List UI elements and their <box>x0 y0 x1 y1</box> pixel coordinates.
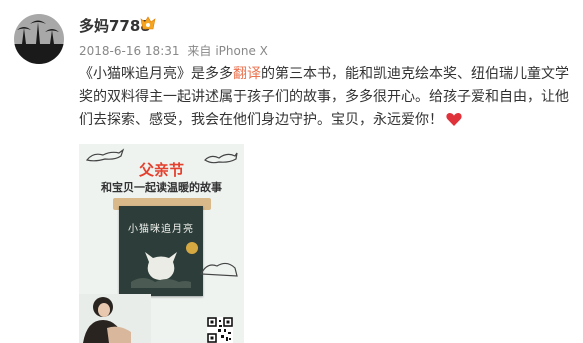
post-book-title: 《小猫咪追月亮》 <box>79 66 191 82</box>
heart-icon <box>446 112 462 135</box>
post-image[interactable]: 父亲节 和宝贝一起读温暖的故事 小猫咪追月亮 <box>79 144 244 343</box>
poster-subtitle: 和宝贝一起读温暖的故事 <box>101 181 222 194</box>
post-link-translate[interactable]: 翻译 <box>233 66 261 82</box>
post-meta: 2018-6-16 18:31 来自 iPhone X <box>79 42 272 59</box>
post-segment-1: 是多多 <box>191 66 233 82</box>
vip-badge-icon <box>139 16 157 33</box>
post-source-prefix: 来自 <box>187 44 212 58</box>
post-source-device[interactable]: iPhone X <box>215 44 268 58</box>
qr-code-icon <box>207 317 233 343</box>
book-cover-title: 小猫咪追月亮 <box>128 224 194 235</box>
award-seal-icon <box>186 242 198 254</box>
post-text: 《小猫咪追月亮》是多多翻译的第三本书，能和凯迪克绘本奖、纽伯瑞儿童文学奖的双料得… <box>79 63 574 135</box>
avatar[interactable] <box>14 14 64 64</box>
kitten-icon <box>131 252 191 288</box>
mother-photo-icon <box>79 294 151 343</box>
avatar-image <box>14 14 64 64</box>
poster-title: 父亲节 <box>138 161 184 179</box>
sitting-cat-icon <box>200 262 238 277</box>
post-timestamp[interactable]: 2018-6-16 18:31 <box>79 44 180 58</box>
book-cover: 小猫咪追月亮 <box>119 206 203 296</box>
